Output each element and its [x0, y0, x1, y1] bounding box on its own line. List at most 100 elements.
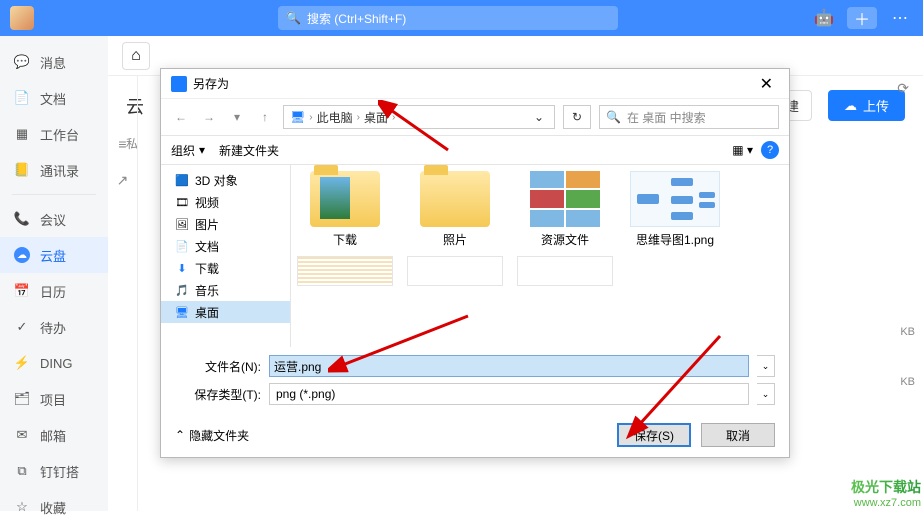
upload-button[interactable]: ☁上传	[828, 90, 905, 121]
sidebar-label: 通讯录	[40, 161, 79, 180]
pc-icon: 🖥	[290, 110, 305, 124]
sidebar-label: 日历	[40, 282, 66, 301]
refresh-icon[interactable]: ⟳	[897, 80, 909, 97]
plugin-icon: ⧉	[14, 463, 30, 479]
global-search[interactable]: 🔍 搜索 (Ctrl+Shift+F)	[278, 6, 618, 30]
dialog-body: 🟦 3D 对象 🎞视频 🖼图片 📄文档 ⬇下载 🎵音乐 🖥 桌面 下载 照片	[161, 165, 789, 347]
more-icon[interactable]: ⋯	[887, 5, 913, 31]
file-list[interactable]: 下载 照片 资源文件	[291, 165, 789, 347]
filetype-combo[interactable]: png (*.png)	[269, 383, 749, 405]
path-root[interactable]: 此电脑	[317, 109, 353, 126]
file-thumb[interactable]	[407, 256, 503, 286]
location-tree: 🟦 3D 对象 🎞视频 🖼图片 📄文档 ⬇下载 🎵音乐 🖥 桌面	[161, 165, 291, 347]
filter-icon[interactable]: ≡	[118, 136, 126, 152]
file-label: 下载	[333, 231, 357, 248]
history-drop[interactable]: ▾	[227, 107, 247, 127]
file-item-photos[interactable]: 照片	[407, 171, 503, 248]
sidebar-item-todo[interactable]: ✓待办	[0, 309, 108, 345]
refresh-button[interactable]: ↻	[563, 105, 591, 129]
desktop-icon: 🖥	[175, 305, 189, 319]
video-icon: 🎞	[175, 195, 189, 209]
new-folder-button[interactable]: 新建文件夹	[219, 142, 279, 159]
robot-icon[interactable]: 🤖	[811, 5, 837, 31]
sidebar-label: 钉钉搭	[40, 462, 79, 481]
file-item-resources[interactable]: 资源文件	[517, 171, 613, 248]
file-thumb[interactable]	[297, 256, 393, 286]
path-leaf[interactable]: 桌面	[364, 109, 388, 126]
cube-icon: 🟦	[175, 173, 189, 187]
home-tab[interactable]: ⌂	[122, 42, 150, 70]
tree-item-docs[interactable]: 📄文档	[161, 235, 290, 257]
cancel-button[interactable]: 取消	[701, 423, 775, 447]
music-icon: 🎵	[175, 283, 189, 297]
tree-item-desktop[interactable]: 🖥 桌面	[161, 301, 290, 323]
sidebar-item-cloud[interactable]: ☁云盘	[0, 237, 108, 273]
back-button[interactable]: ←	[171, 107, 191, 127]
avatar[interactable]	[10, 6, 34, 30]
sidebar-item-contacts[interactable]: 📒通讯录	[0, 152, 108, 188]
save-button[interactable]: 保存(S)	[617, 423, 691, 447]
sidebar-item-dingda[interactable]: ⧉ 钉钉搭	[0, 453, 108, 489]
doc-icon: 📄	[175, 239, 189, 253]
tree-item-music[interactable]: 🎵音乐	[161, 279, 290, 301]
share-icon[interactable]: ↗	[117, 172, 129, 189]
sidebar-item-workbench[interactable]: ▦工作台	[0, 116, 108, 152]
search-icon: 🔍	[606, 110, 621, 124]
filename-dropdown[interactable]: ⌄	[757, 355, 775, 377]
doc-icon: 📄	[14, 90, 30, 106]
help-button[interactable]: ?	[761, 141, 779, 159]
tree-item-images[interactable]: 🖼图片	[161, 213, 290, 235]
search-placeholder: 在 桌面 中搜索	[627, 109, 706, 126]
star-icon: ☆	[14, 499, 30, 515]
dialog-toolbar: 组织▾ 新建文件夹 ▦ ▾ ?	[161, 135, 789, 165]
forward-button[interactable]: →	[199, 107, 219, 127]
bolt-icon: ⚡	[14, 355, 30, 371]
file-thumb[interactable]	[517, 256, 613, 286]
up-button[interactable]: ↑	[255, 107, 275, 127]
chevron-right-icon: ›	[357, 112, 360, 123]
watermark-url: www.xz7.com	[851, 497, 921, 509]
tree-item-downloads[interactable]: ⬇下载	[161, 257, 290, 279]
size-col: KB	[900, 376, 915, 388]
sidebar-item-docs[interactable]: 📄文档	[0, 80, 108, 116]
watermark: 极光下载站 www.xz7.com	[851, 477, 921, 509]
save-label: 保存(S)	[634, 427, 674, 444]
path-box[interactable]: 🖥 › 此电脑 › 桌面 › ⌄	[283, 105, 555, 129]
sidebar-label: DING	[40, 356, 73, 371]
tree-item-video[interactable]: 🎞视频	[161, 191, 290, 213]
filetype-label: 保存类型(T):	[175, 386, 261, 403]
tree-label: 3D 对象	[195, 172, 238, 189]
cloud-icon: ☁	[14, 247, 30, 263]
sidebar-item-project[interactable]: 🗂项目	[0, 381, 108, 417]
tree-label: 桌面	[195, 304, 219, 321]
check-icon: ✓	[14, 319, 30, 335]
sidebar-label: 邮箱	[40, 426, 66, 445]
sidebar-item-mail[interactable]: ✉邮箱	[0, 417, 108, 453]
app-sidebar: 💬消息 📄文档 ▦工作台 📒通讯录 📞会议 ☁云盘 📅日历 ✓待办 ⚡DING …	[0, 36, 108, 511]
sidebar-item-meeting[interactable]: 📞会议	[0, 201, 108, 237]
sidebar-item-favorites[interactable]: ☆收藏	[0, 489, 108, 525]
filetype-dropdown[interactable]: ⌄	[757, 383, 775, 405]
file-item-downloads[interactable]: 下载	[297, 171, 393, 248]
folder-icon: 🗂	[14, 391, 30, 407]
sidebar-item-messages[interactable]: 💬消息	[0, 44, 108, 80]
file-item-mindmap[interactable]: 思维导图1.png	[627, 171, 723, 248]
filename-input[interactable]	[269, 355, 749, 377]
tree-item-3d[interactable]: 🟦 3D 对象	[161, 169, 290, 191]
tree-label: 下载	[195, 260, 219, 277]
folder-icon	[420, 171, 490, 227]
path-dropdown[interactable]: ⌄	[530, 110, 548, 124]
side-toolbar: ≡ ↗	[108, 76, 138, 511]
plus-button[interactable]: ＋	[847, 7, 877, 29]
cancel-label: 取消	[726, 427, 750, 444]
location-search[interactable]: 🔍 在 桌面 中搜索	[599, 105, 779, 129]
home-icon: ⌂	[131, 47, 141, 65]
chevron-right-icon: ›	[392, 112, 395, 123]
organize-menu[interactable]: 组织▾	[171, 142, 205, 159]
sidebar-item-ding[interactable]: ⚡ DING	[0, 345, 108, 381]
hide-folders-toggle[interactable]: ⌃隐藏文件夹	[175, 427, 249, 444]
sidebar-item-calendar[interactable]: 📅日历	[0, 273, 108, 309]
close-button[interactable]: ✕	[754, 74, 779, 94]
sidebar-label: 会议	[40, 210, 66, 229]
view-mode-button[interactable]: ▦ ▾	[732, 143, 753, 157]
